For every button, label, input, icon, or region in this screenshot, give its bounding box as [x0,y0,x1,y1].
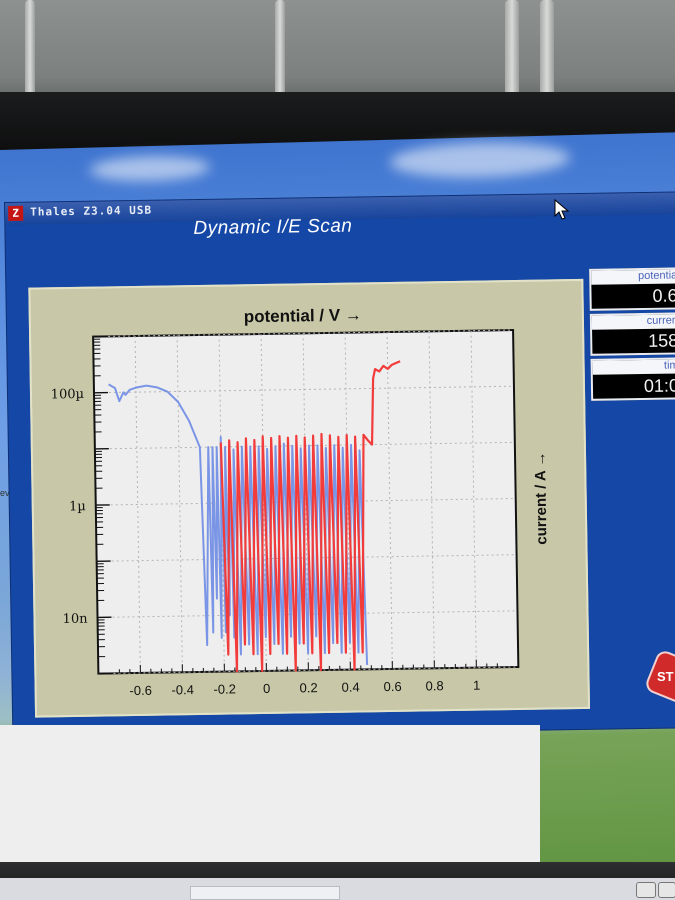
taskbar-item[interactable] [190,886,340,900]
lower-window[interactable] [0,725,540,865]
window-blind [505,0,519,100]
time-value: 01:0 [643,375,675,396]
cloud [390,140,570,180]
y-axis-label: current / A → [532,451,550,544]
tray-icon[interactable] [636,882,656,898]
x-tick-label: -0.6 [129,683,152,698]
time-label: tim [592,359,675,375]
mouse-cursor-icon [554,198,570,220]
x-tick-label: -0.2 [213,681,236,696]
time-readout: tim 01:0 [590,357,675,401]
y-tick-label: 100µ [51,387,84,403]
x-tick-label: 0.2 [299,680,317,695]
potential-value: 0.6 [652,285,675,306]
view-title: Dynamic I/E Scan [193,215,353,240]
current-value: 158 [648,330,675,351]
window-blind [540,0,554,100]
chart-title: potential / V → [244,305,362,326]
potential-label: potentia [591,269,675,285]
x-tick-label: 1 [473,678,480,693]
y-tick-label: 10n [63,612,89,627]
potential-readout: potentia 0.6 [589,267,675,311]
x-tick-label: 0 [263,681,270,696]
chart-panel: potential / V → -0.6 -0.4 -0.2 0 0.2 0.4 0.6 0.8… [28,278,591,718]
x-tick-label: 0.8 [425,678,443,693]
x-tick-label: 0.6 [383,679,401,694]
tray-icon[interactable] [658,882,675,898]
window-blind [275,0,285,100]
x-tick-label: 0.4 [341,679,359,694]
current-label: curren [591,314,675,330]
app-title: Thales Z3.04 USB [30,203,153,219]
app-window[interactable]: Z Thales Z3.04 USB Dynamic I/E Scan pote… [5,192,675,738]
app-icon: Z [8,205,24,221]
stop-label: ST [657,669,674,684]
iv-chart: potential / V → -0.6 -0.4 -0.2 0 0.2 0.4 0.6 0.8… [51,305,551,698]
window-blind [25,0,35,100]
left-edge-text: ev [0,488,10,498]
y-tick-label: 1µ [69,499,86,514]
cloud [90,154,210,183]
current-readout: curren 158 [589,312,675,356]
x-tick-label: -0.4 [171,682,194,697]
